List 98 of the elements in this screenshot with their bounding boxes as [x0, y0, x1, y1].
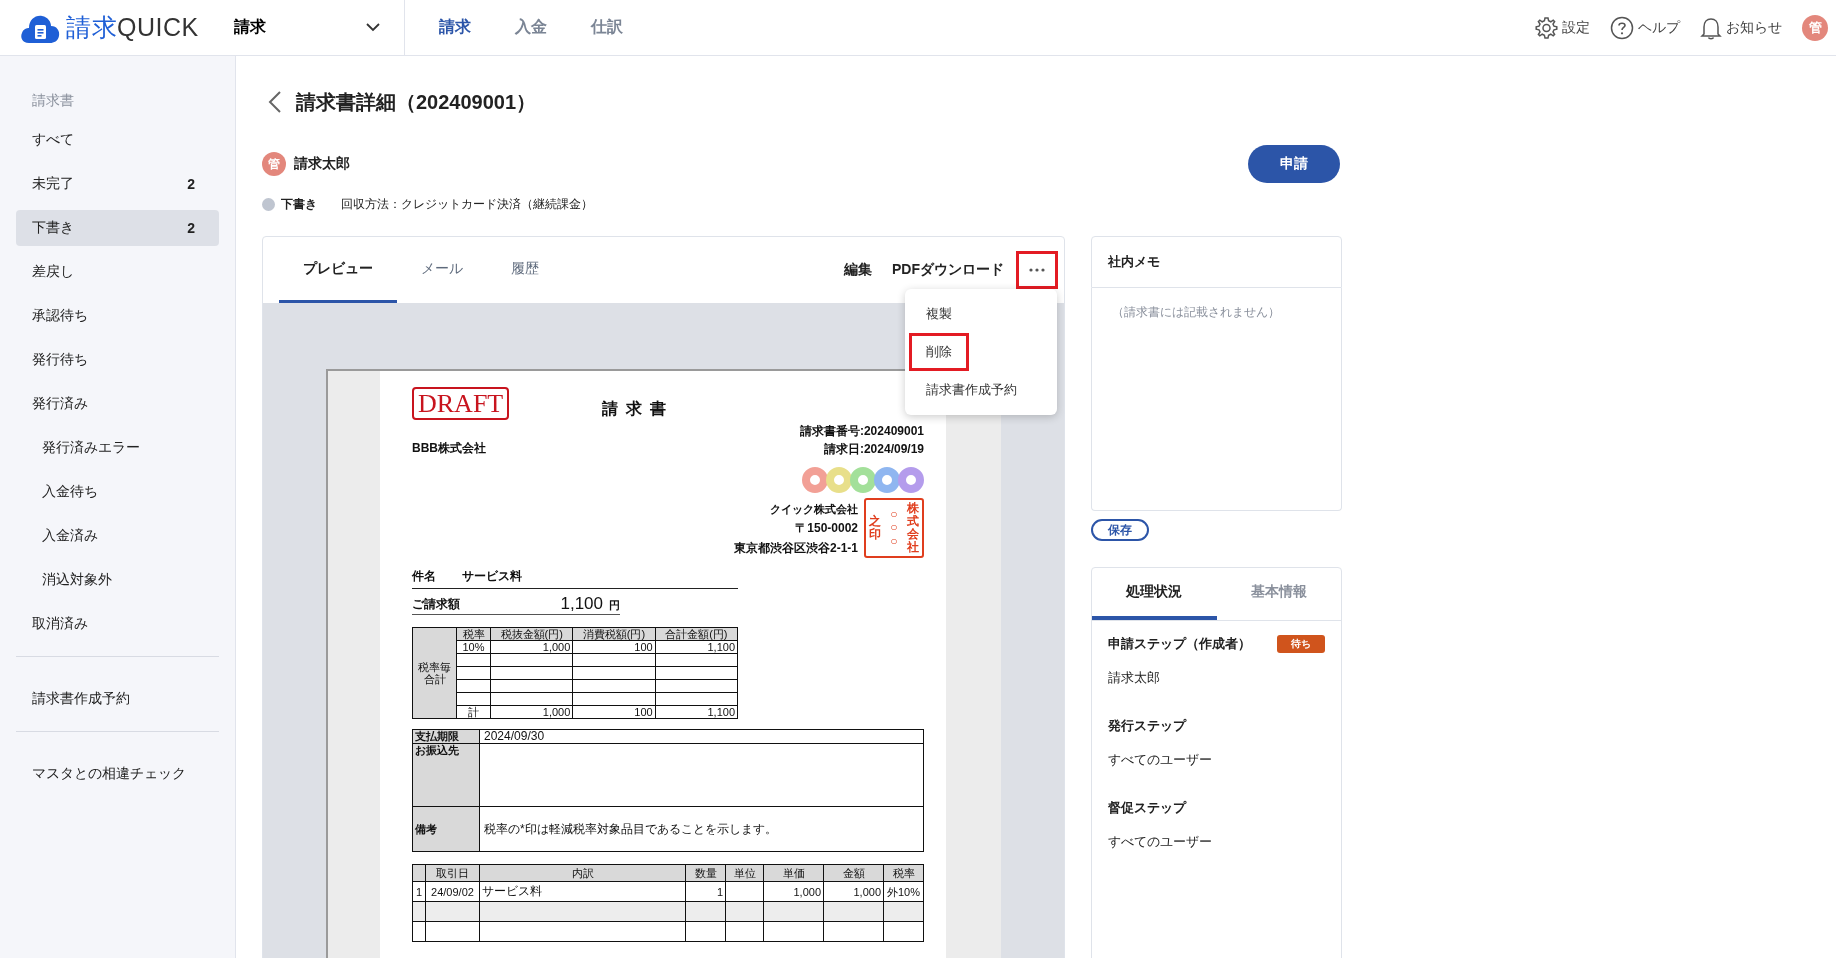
header-link[interactable]: お知らせ: [1700, 15, 1782, 40]
sidebar-section-title: 請求書: [31, 92, 75, 110]
table-cell: 計: [456, 705, 491, 719]
table-cell: 1: [685, 881, 726, 902]
sidebar-item[interactable]: 消込対象外: [16, 562, 219, 598]
table-cell: サービス料: [479, 881, 686, 902]
subject-label: 件名: [412, 568, 437, 585]
header-link[interactable]: ヘルプ: [1610, 15, 1680, 40]
app-switcher-dropdown[interactable]: 請求: [234, 17, 384, 38]
table-cell: お振込先: [412, 743, 480, 807]
status-dot: [262, 197, 275, 211]
amount-unit: 円: [609, 598, 620, 613]
memo-field[interactable]: （請求書には記載されません）: [1091, 288, 1342, 511]
column-header: 単位: [725, 864, 764, 882]
collection-method-text: 回収方法：クレジットカード決済（継続課金）: [341, 195, 593, 213]
sidebar-item[interactable]: 差戻し: [16, 254, 219, 290]
table-cell: 1,000: [823, 881, 884, 902]
workflow-tab[interactable]: 処理状況: [1092, 568, 1217, 620]
step-title: 督促ステップ: [1108, 799, 1186, 817]
table-cell: 1,000: [490, 640, 573, 654]
column-header: 数量: [685, 864, 726, 882]
preview-tab[interactable]: 履歴: [487, 237, 563, 303]
table-cell: 備考: [412, 806, 480, 852]
sidebar-item[interactable]: 承認待ち: [16, 298, 219, 334]
table-cell: 1,000: [763, 881, 824, 902]
table-cell: 税率毎合計: [412, 627, 457, 719]
app-logo-text: 請求QUICK: [66, 12, 199, 43]
column-header: 合計金額(円): [655, 627, 738, 641]
sidebar-item[interactable]: 発行済みエラー: [16, 430, 219, 466]
nav-tab[interactable]: 仕訳: [569, 17, 645, 38]
table-cell: 1,100: [655, 705, 738, 719]
apply-button[interactable]: 申請: [1248, 145, 1340, 183]
menu-item[interactable]: 請求書作成予約: [909, 371, 1034, 409]
table-cell: 100: [572, 640, 656, 654]
column-header: 税率: [456, 627, 491, 641]
table-cell: 税率の*印は軽減税率対象品目であることを示します。: [479, 806, 924, 852]
invoice-date: 請求日:2024/09/19: [823, 441, 924, 458]
table-cell: 100: [572, 705, 656, 719]
amount-value: 1,100: [560, 595, 603, 613]
table-cell: 2024/09/30: [479, 729, 924, 744]
toolbar-button[interactable]: 編集: [834, 237, 882, 303]
sidebar-item[interactable]: すべて: [16, 122, 219, 158]
step-title: 申請ステップ（作成者）: [1108, 635, 1251, 653]
amount-label: ご請求額: [412, 596, 460, 613]
bell-icon: [1700, 15, 1722, 40]
step-assignee: すべてのユーザー: [1108, 833, 1213, 851]
table-cell: 支払期限: [412, 729, 480, 744]
table-cell: 外10%: [883, 881, 924, 902]
page-title: 請求書詳細（202409001）: [296, 89, 537, 115]
sidebar-item[interactable]: 入金済み: [16, 518, 219, 554]
step-title: 発行ステップ: [1108, 717, 1186, 735]
column-header: 内訳: [479, 864, 686, 882]
header-link[interactable]: 設定: [1534, 15, 1590, 40]
preview-tab[interactable]: メール: [397, 237, 487, 303]
document-title: 請求書: [601, 399, 675, 419]
save-button[interactable]: 保存: [1091, 519, 1149, 541]
nav-tab[interactable]: 請求: [417, 17, 493, 38]
draft-stamp: DRAFT: [412, 387, 510, 420]
status-badge: 待ち: [1277, 635, 1325, 653]
column-header: 金額: [823, 864, 884, 882]
user-avatar: 管: [262, 152, 286, 176]
table-cell: 1: [412, 881, 426, 902]
issuer-name: クイック株式会社: [770, 502, 858, 517]
sidebar-item[interactable]: 下書き 2: [16, 210, 219, 246]
issuer-address: 東京都渋谷区渋谷2-1-1: [734, 540, 858, 557]
column-header: 税率: [883, 864, 924, 882]
step-assignee: すべてのユーザー: [1108, 751, 1213, 769]
issuer-postal-code: 〒150-0002: [795, 520, 858, 537]
menu-item[interactable]: 削除: [909, 333, 969, 371]
user-name: 請求太郎: [294, 155, 350, 173]
table-cell: 1,100: [655, 640, 738, 654]
status-label: 下書き: [281, 195, 317, 213]
sidebar-item[interactable]: マスタとの相違チェック: [16, 756, 219, 792]
table-cell: 24/09/02: [425, 881, 480, 902]
table-cell: 10%: [456, 640, 491, 654]
help-icon: [1610, 15, 1634, 40]
sidebar-item[interactable]: 未完了 2: [16, 166, 219, 202]
recipient-name: BBB株式会社: [412, 440, 486, 457]
sidebar-item[interactable]: 請求書作成予約: [16, 681, 219, 717]
column-header: 税抜金額(円): [490, 627, 573, 641]
sidebar-item[interactable]: 取消済み: [16, 606, 219, 642]
invoice-number: 請求書番号:202409001: [799, 423, 924, 440]
table-cell: 1,000: [490, 705, 573, 719]
settings-icon: [1534, 15, 1558, 40]
back-icon[interactable]: [268, 91, 282, 113]
column-header: 消費税額(円): [572, 627, 656, 641]
sidebar-item[interactable]: 入金待ち: [16, 474, 219, 510]
memo-title: 社内メモ: [1091, 236, 1342, 288]
column-header: 単価: [763, 864, 824, 882]
more-button[interactable]: [1016, 251, 1058, 289]
sidebar-item[interactable]: 発行待ち: [16, 342, 219, 378]
more-icon: [1029, 268, 1045, 272]
step-assignee: 請求太郎: [1108, 669, 1161, 687]
subject-value: サービス料: [462, 568, 522, 585]
nav-tab[interactable]: 入金: [493, 17, 569, 38]
chevron-down-icon: [366, 23, 380, 32]
column-header: 取引日: [425, 864, 480, 882]
sidebar-item[interactable]: 発行済み: [16, 386, 219, 422]
